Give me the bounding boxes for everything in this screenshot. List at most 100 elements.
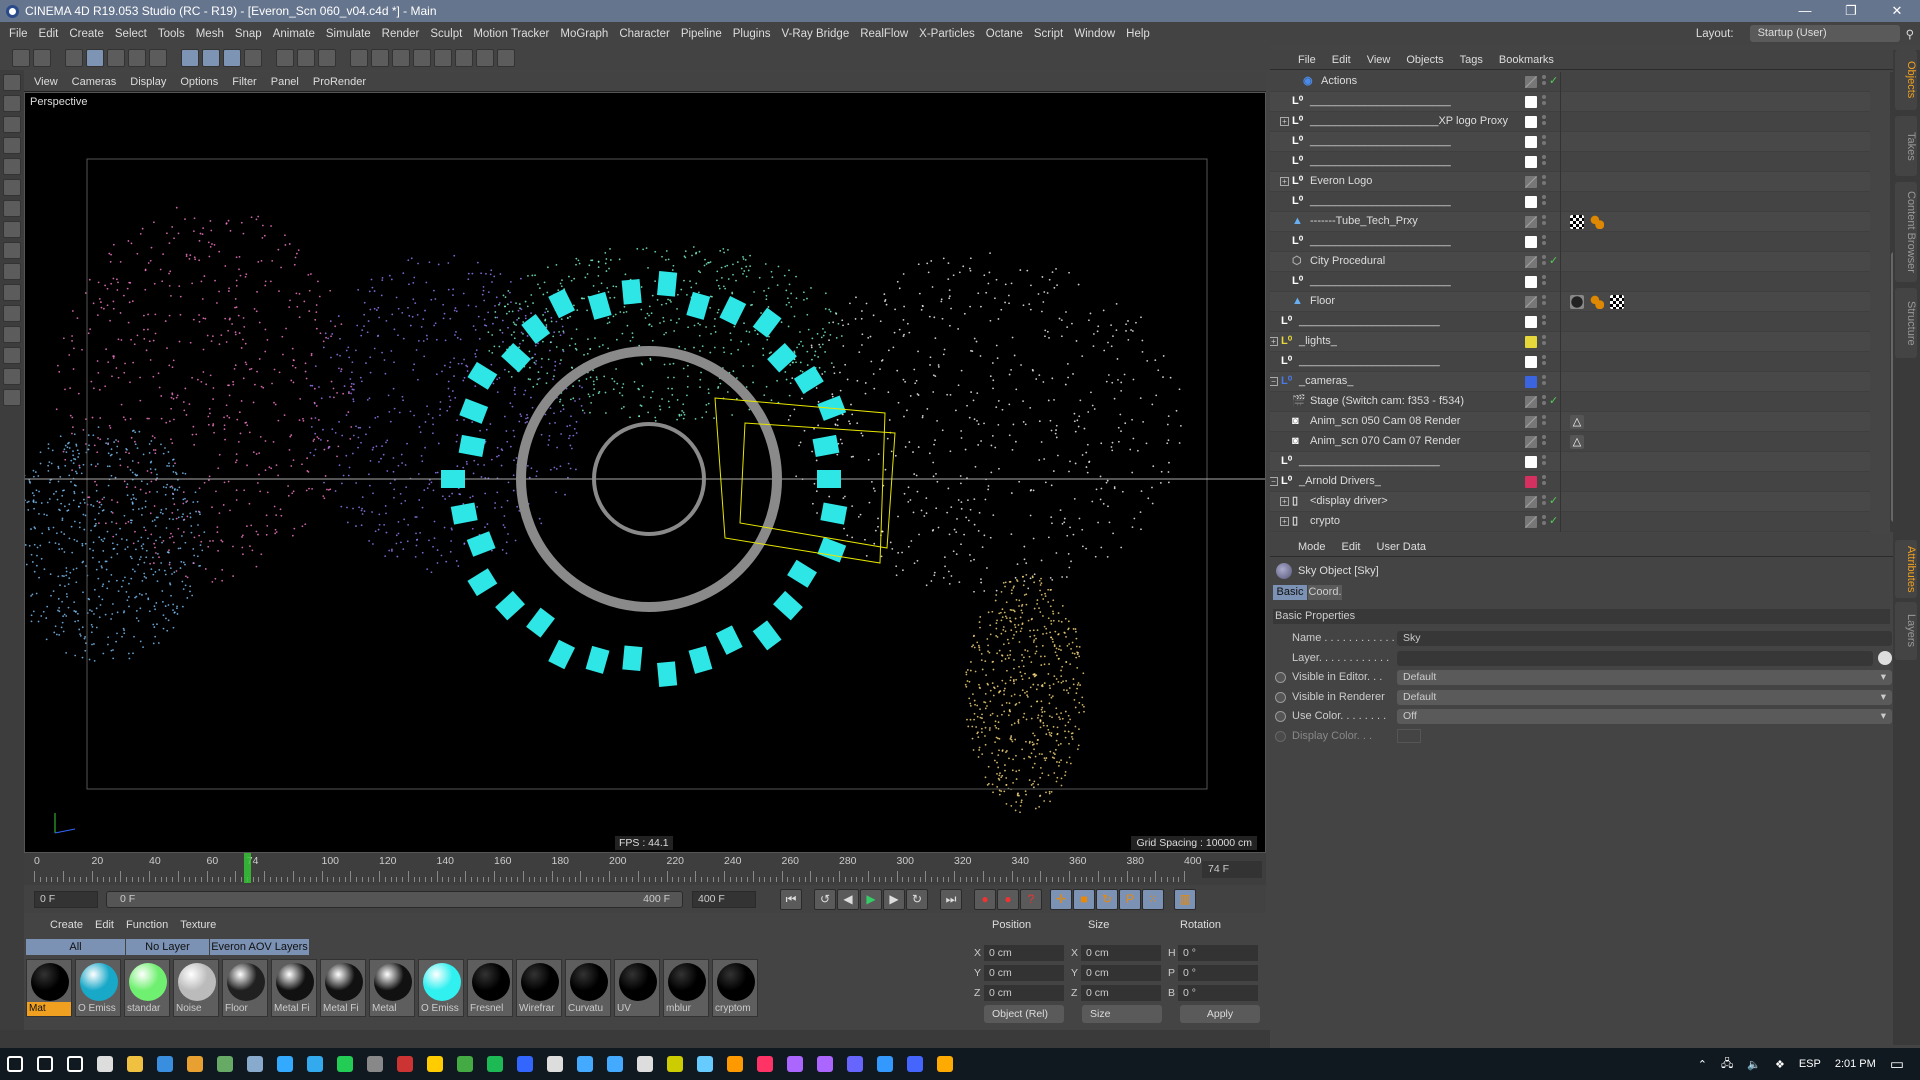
render-view-icon[interactable] bbox=[276, 48, 294, 67]
object-menu-file[interactable]: File bbox=[1298, 54, 1316, 66]
field-input[interactable]: Sky bbox=[1397, 631, 1892, 646]
visibility-dots[interactable] bbox=[1542, 355, 1546, 369]
object-row[interactable]: L⁰ _______________________ bbox=[1270, 452, 1870, 472]
dots-tag-icon[interactable] bbox=[1590, 215, 1604, 229]
apply-button[interactable]: Apply bbox=[1180, 1005, 1260, 1023]
layer-edit-icon[interactable] bbox=[1525, 436, 1537, 448]
side-tab-content-browser[interactable]: Content Browser bbox=[1895, 182, 1917, 282]
layer-color-swatch[interactable] bbox=[1525, 316, 1537, 328]
viewport-perspective[interactable]: Perspective FPS : 44.1 Grid Spacing : 10… bbox=[24, 92, 1266, 853]
side-tab-structure[interactable]: Structure bbox=[1895, 288, 1917, 358]
next-key-button[interactable]: ↻ bbox=[906, 889, 928, 910]
visibility-dots[interactable] bbox=[1542, 515, 1546, 529]
recent-tool-icon[interactable] bbox=[149, 48, 167, 67]
object-name[interactable]: _Arnold Drivers_ bbox=[1299, 475, 1381, 487]
expand-icon[interactable]: + bbox=[1270, 337, 1278, 346]
parameter-key-button[interactable]: P bbox=[1119, 889, 1141, 910]
menu-tools[interactable]: Tools bbox=[158, 28, 185, 40]
app-taskbar-icon[interactable] bbox=[697, 1056, 713, 1072]
object-menu-edit[interactable]: Edit bbox=[1332, 54, 1351, 66]
file-explorer-taskbar-icon[interactable] bbox=[127, 1056, 143, 1072]
menu-x-particles[interactable]: X-Particles bbox=[919, 28, 975, 40]
expand-icon[interactable]: + bbox=[1280, 517, 1289, 526]
coord-field[interactable]: 0 cm bbox=[984, 965, 1064, 981]
keyframe-selection-button[interactable]: ? bbox=[1020, 889, 1042, 910]
scale-icon[interactable] bbox=[107, 48, 125, 67]
app-taskbar-icon[interactable] bbox=[397, 1056, 413, 1072]
side-tab-objects[interactable]: Objects bbox=[1895, 50, 1917, 110]
layer-color-swatch[interactable] bbox=[1525, 276, 1537, 288]
visibility-dots[interactable] bbox=[1542, 135, 1546, 149]
field-input[interactable] bbox=[1397, 650, 1873, 666]
snap-icon[interactable] bbox=[3, 263, 21, 280]
desktop-taskbar-icon[interactable] bbox=[157, 1056, 173, 1072]
layer-edit-icon[interactable] bbox=[1525, 176, 1537, 188]
material-swatch[interactable]: Fresnel bbox=[467, 959, 513, 1017]
go-to-end-button[interactable]: ⏭ bbox=[940, 889, 962, 910]
language-indicator[interactable]: ESP bbox=[1799, 1058, 1821, 1070]
material-swatch[interactable]: mblur bbox=[663, 959, 709, 1017]
visibility-dots[interactable] bbox=[1542, 475, 1546, 489]
app-taskbar-icon[interactable] bbox=[937, 1056, 953, 1072]
viewport-menu-filter[interactable]: Filter bbox=[232, 76, 256, 88]
object-row[interactable]: + L⁰ _lights_ bbox=[1270, 332, 1870, 352]
material-swatch[interactable]: Noise bbox=[173, 959, 219, 1017]
calculator-taskbar-icon[interactable] bbox=[97, 1056, 113, 1072]
expand-icon[interactable]: + bbox=[1280, 497, 1289, 506]
tab-basic[interactable]: Basic bbox=[1273, 585, 1307, 600]
display-color-swatch[interactable] bbox=[1397, 728, 1421, 743]
layer-color-swatch[interactable] bbox=[1525, 156, 1537, 168]
camera-icon[interactable] bbox=[476, 48, 494, 67]
menu-pipeline[interactable]: Pipeline bbox=[681, 28, 722, 40]
coord-field[interactable]: 0 cm bbox=[1081, 945, 1161, 961]
indesign-taskbar-icon[interactable] bbox=[757, 1056, 773, 1072]
object-name[interactable]: _______________________ bbox=[1310, 235, 1451, 247]
object-name[interactable]: Everon Logo bbox=[1310, 175, 1372, 187]
visibility-dots[interactable] bbox=[1542, 275, 1546, 289]
size-mode-dropdown[interactable]: Size bbox=[1082, 1005, 1162, 1023]
menu-motion-tracker[interactable]: Motion Tracker bbox=[473, 28, 549, 40]
target-tag-icon[interactable]: △ bbox=[1570, 415, 1584, 429]
chrome-taskbar-icon[interactable] bbox=[457, 1056, 473, 1072]
object-menu-tags[interactable]: Tags bbox=[1460, 54, 1483, 66]
object-row[interactable]: + L⁰ _____________________XP logo Proxy bbox=[1270, 112, 1870, 132]
side-tab-attributes[interactable]: Attributes bbox=[1895, 540, 1917, 598]
menu-render[interactable]: Render bbox=[382, 28, 420, 40]
app-taskbar-icon[interactable] bbox=[637, 1056, 653, 1072]
object-row[interactable]: + ▯ <display driver> ✓ bbox=[1270, 492, 1870, 512]
menu-realflow[interactable]: RealFlow bbox=[860, 28, 908, 40]
material-menu-texture[interactable]: Texture bbox=[180, 919, 216, 931]
layer-color-swatch[interactable] bbox=[1525, 376, 1537, 388]
layer-edit-icon[interactable] bbox=[1525, 76, 1537, 88]
material-tab-all[interactable]: All bbox=[26, 939, 126, 955]
coord-field[interactable]: 0 cm bbox=[984, 985, 1064, 1001]
visibility-dots[interactable] bbox=[1542, 295, 1546, 309]
menu-window[interactable]: Window bbox=[1074, 28, 1115, 40]
object-name[interactable]: _______________________ bbox=[1310, 195, 1451, 207]
object-name[interactable]: Anim_scn 070 Cam 07 Render bbox=[1310, 435, 1460, 447]
layer-edit-icon[interactable] bbox=[1525, 296, 1537, 308]
app-taskbar-icon[interactable] bbox=[307, 1056, 323, 1072]
checker-tag-icon[interactable] bbox=[1610, 295, 1624, 309]
enable-axis-icon[interactable] bbox=[3, 284, 21, 301]
illustrator-taskbar-icon[interactable] bbox=[727, 1056, 743, 1072]
layer-color-swatch[interactable] bbox=[1525, 96, 1537, 108]
object-row[interactable]: − L⁰ _cameras_ bbox=[1270, 372, 1870, 392]
animate-radio[interactable] bbox=[1275, 711, 1286, 722]
collapse-icon[interactable]: − bbox=[1270, 377, 1278, 386]
menu-animate[interactable]: Animate bbox=[273, 28, 315, 40]
object-row[interactable]: − L⁰ _Arnold Drivers_ bbox=[1270, 472, 1870, 492]
scale-key-button[interactable]: ■ bbox=[1073, 889, 1095, 910]
object-row[interactable]: ▲ Floor bbox=[1270, 292, 1870, 312]
material-swatch[interactable]: Curvatu bbox=[565, 959, 611, 1017]
coord-field[interactable]: 0 cm bbox=[1081, 985, 1161, 1001]
layer-edit-icon[interactable] bbox=[1525, 416, 1537, 428]
move-icon[interactable] bbox=[86, 48, 104, 67]
viewport-menu-display[interactable]: Display bbox=[130, 76, 166, 88]
object-name[interactable]: <display driver> bbox=[1310, 495, 1388, 507]
cloner-icon[interactable] bbox=[413, 48, 431, 67]
object-row[interactable]: L⁰ _______________________ bbox=[1270, 92, 1870, 112]
app-taskbar-icon[interactable] bbox=[517, 1056, 533, 1072]
object-menu-objects[interactable]: Objects bbox=[1406, 54, 1443, 66]
start-frame-field[interactable]: 0 F bbox=[34, 891, 98, 908]
